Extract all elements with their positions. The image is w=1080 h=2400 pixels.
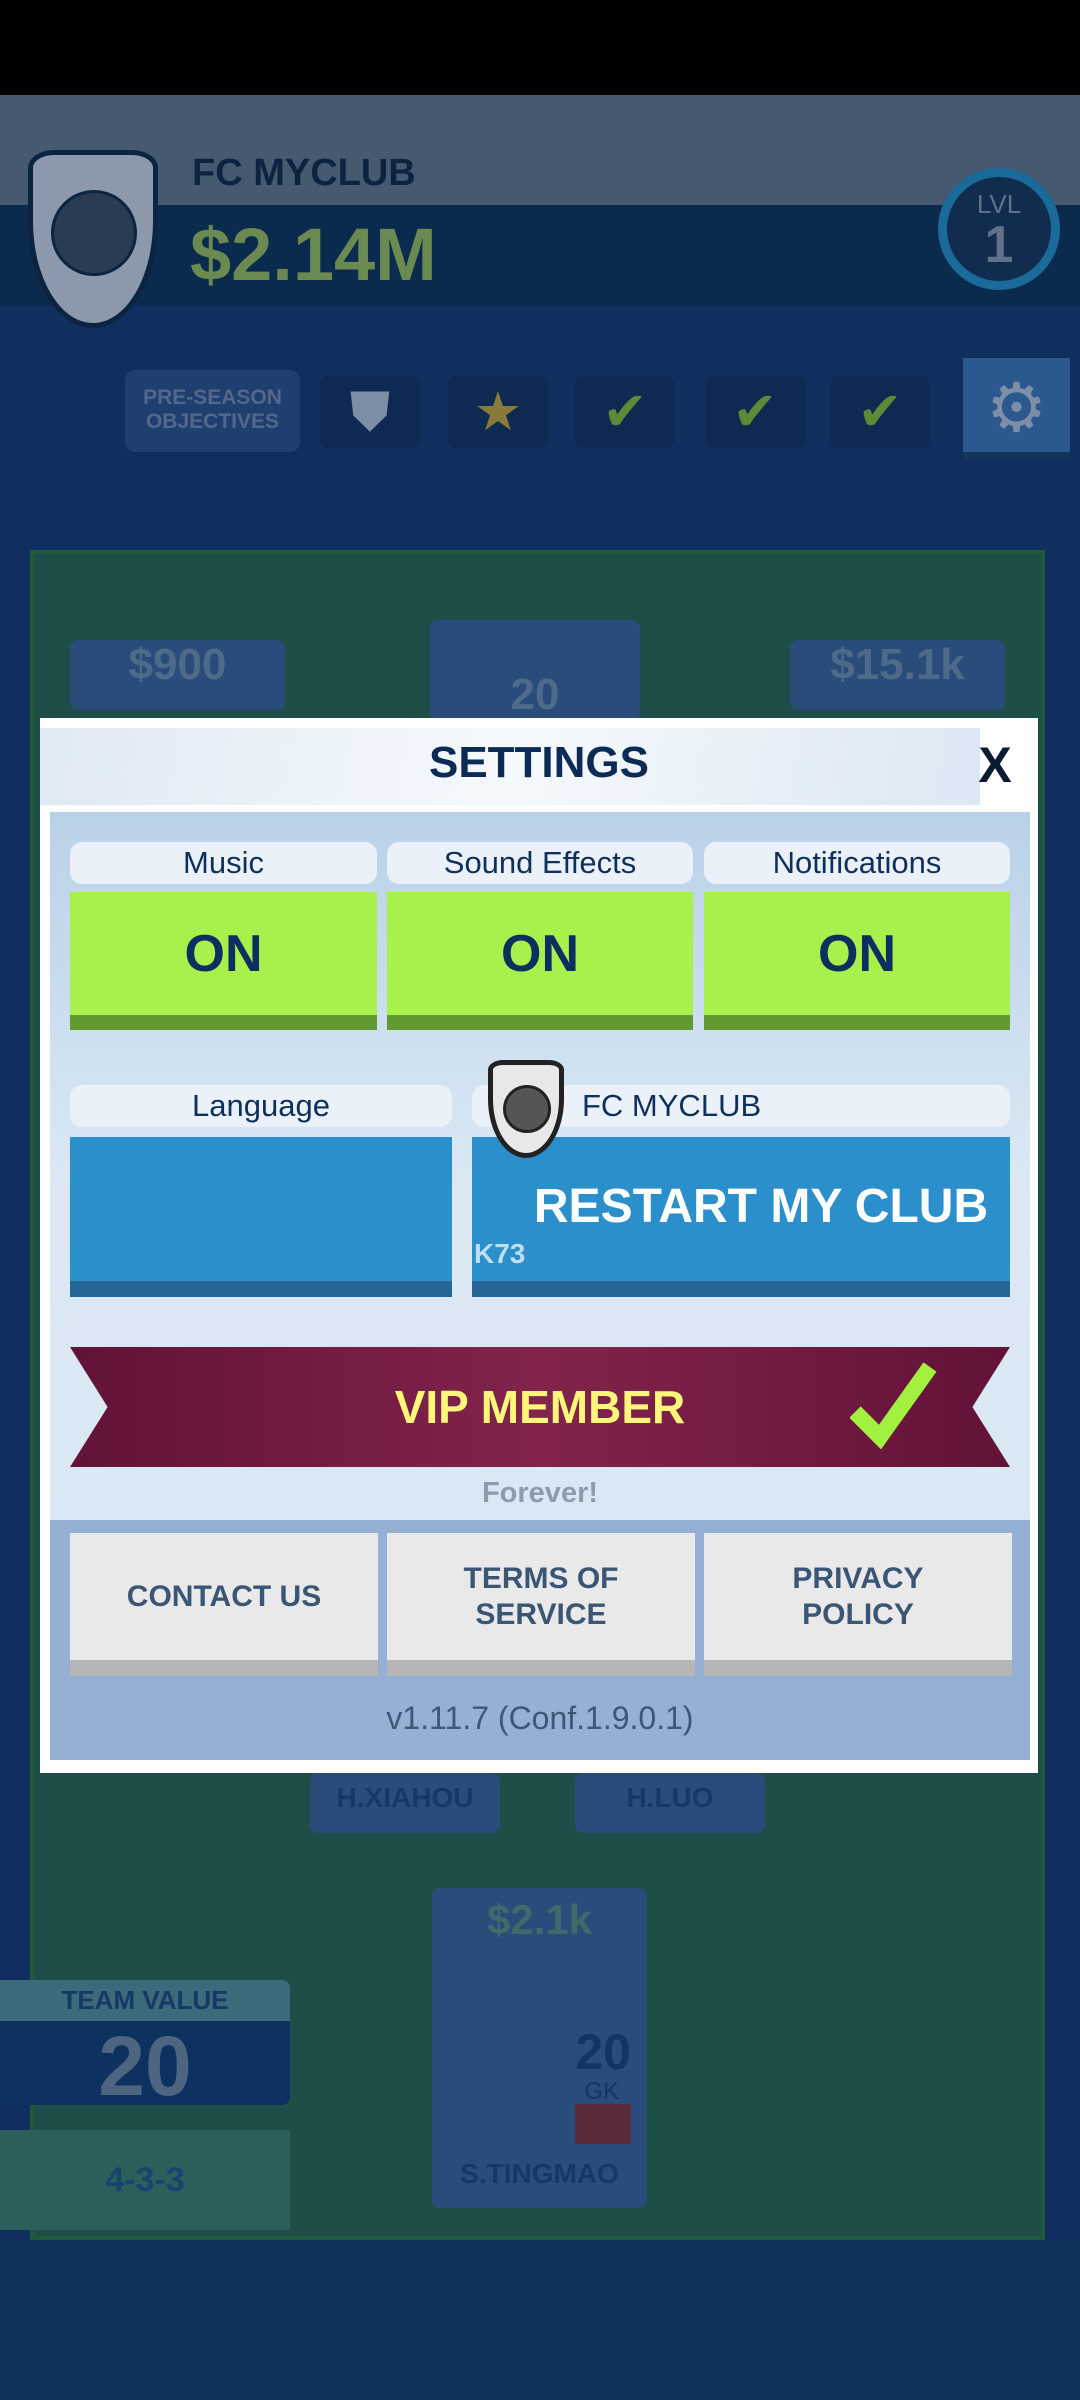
goalkeeper-card[interactable]: $2.1k 20 GK S.TINGMAO [432,1888,647,2208]
player-name[interactable]: H.LUO [575,1773,765,1833]
objective-check-icon[interactable]: ✔ [830,376,930,448]
sound-effects-toggle[interactable]: ON [387,892,693,1030]
contact-us-button[interactable]: CONTACT US [70,1533,378,1676]
sound-effects-label: Sound Effects [387,842,693,884]
team-value: 20 [98,2019,192,2113]
football-icon [51,190,137,276]
settings-dialog: SETTINGS X Music Sound Effects Notificat… [40,718,1038,1773]
restart-club-button[interactable]: RESTART MY CLUB [472,1137,1010,1297]
level-badge[interactable]: LVL 1 [938,168,1060,290]
player-position: GK [584,2078,619,2105]
player-name: S.TINGMAO [460,2158,619,2189]
settings-gear-icon[interactable]: ⚙ [963,358,1070,460]
watermark-logo: K73 [474,1238,526,1269]
player-rating: 20 [575,2024,631,2080]
notifications-label: Notifications [704,842,1010,884]
player-card-price[interactable]: $900 [70,640,285,710]
player-card-rating[interactable]: 20 [430,620,640,720]
level-value: 1 [984,216,1014,274]
player-name[interactable]: H.XIAHOU [310,1773,500,1833]
club-money: $2.14M [190,213,437,296]
version-text: v1.11.7 (Conf.1.9.0.1) [386,1700,694,1736]
player-card-price[interactable]: $15.1k [790,640,1005,710]
objective-crest-icon[interactable]: ⛊ [320,376,420,448]
objective-check-icon[interactable]: ✔ [705,376,805,448]
objective-star-icon[interactable]: ★ [448,376,548,448]
formation-button[interactable]: 4-3-3 [0,2130,290,2230]
dialog-title: SETTINGS [428,738,650,787]
music-toggle[interactable]: ON [70,892,377,1030]
language-button[interactable] [70,1137,452,1297]
club-name: FC MYCLUB [192,152,416,194]
objective-check-icon[interactable]: ✔ [575,376,675,448]
music-label: Music [70,842,377,884]
status-bar [0,0,1080,95]
terms-of-service-button[interactable]: TERMS OF SERVICE [387,1533,695,1676]
header-band [0,95,1080,205]
header-band-dark [0,205,1080,305]
vip-duration: Forever! [481,1477,599,1509]
vip-check-icon [850,1362,937,1450]
dialog-footer: CONTACT US TERMS OF SERVICE PRIVACY POLI… [50,1520,1030,1760]
football-icon [503,1085,551,1133]
close-button[interactable]: X [965,733,1025,797]
language-label: Language [70,1085,452,1127]
bottom-bar [0,2240,1080,2400]
notifications-toggle[interactable]: ON [704,892,1010,1030]
privacy-policy-button[interactable]: PRIVACY POLICY [704,1533,1012,1676]
player-price: $2.1k [486,1896,593,1943]
team-value-panel: TEAM VALUE 20 [0,1980,290,2111]
flag-icon [575,2104,631,2144]
settings-panel: Music Sound Effects Notifications ON ON … [50,812,1030,1760]
team-value-label: TEAM VALUE [0,1980,290,2021]
pre-season-objectives-label: PRE-SEASON OBJECTIVES [125,370,300,452]
